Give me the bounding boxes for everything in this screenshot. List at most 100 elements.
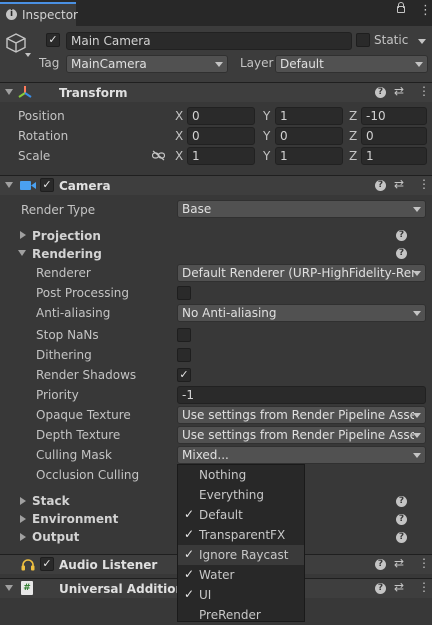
position-y-field[interactable]: 1 <box>275 107 343 125</box>
opaque-texture-label: Opaque Texture <box>36 408 131 422</box>
presets-icon[interactable]: ⇄ <box>394 177 404 191</box>
culling-mask-menu: Nothing Everything ✓ Default ✓ Transparent… <box>177 464 305 622</box>
name-field[interactable]: Main Camera <box>66 32 352 50</box>
help-icon[interactable]: ? <box>375 559 386 570</box>
rendering-foldout[interactable]: Rendering ? <box>0 244 432 264</box>
presets-icon[interactable]: ⇄ <box>394 556 404 570</box>
layer-label: Layer <box>240 56 274 70</box>
layer-value: Default <box>280 57 324 71</box>
menu-item-ui[interactable]: ✓ UI <box>178 585 304 605</box>
axis-y-label: Y <box>263 109 271 123</box>
projection-label: Projection <box>32 229 101 243</box>
menu-item-nothing[interactable]: Nothing <box>178 465 304 485</box>
presets-icon[interactable]: ⇄ <box>394 580 404 594</box>
help-icon[interactable]: ? <box>375 87 386 98</box>
axis-y-label: Y <box>263 149 271 163</box>
tab-inspector[interactable]: i Inspector <box>0 2 78 26</box>
camera-icon <box>20 181 36 190</box>
help-icon[interactable]: ? <box>396 514 407 525</box>
transform-row-position: Position X 0 Y 1 Z -10 <box>0 106 432 126</box>
menu-item-everything[interactable]: Everything <box>178 485 304 505</box>
stack-label: Stack <box>32 494 70 508</box>
scale-z-field[interactable]: 1 <box>361 147 427 165</box>
camera-enabled-checkbox[interactable]: ✓ <box>40 178 54 192</box>
icon-dropdown-caret[interactable] <box>25 53 31 57</box>
constrain-proportions-icon[interactable] <box>152 150 165 161</box>
check-icon: ✓ <box>184 527 195 541</box>
help-icon[interactable]: ? <box>375 583 386 594</box>
menu-item-default[interactable]: ✓ Default <box>178 505 304 525</box>
chevron-down-icon <box>413 207 421 212</box>
renderer-dropdown[interactable]: Default Renderer (URP-HighFidelity-Ren <box>177 264 426 282</box>
help-icon[interactable]: ? <box>396 230 407 241</box>
help-icon[interactable]: ? <box>375 180 386 191</box>
menu-item-water[interactable]: ✓ Water <box>178 565 304 585</box>
rotation-y-field[interactable]: 0 <box>275 127 343 145</box>
opaque-texture-dropdown[interactable]: Use settings from Render Pipeline Asset <box>177 406 426 424</box>
depth-texture-value: Use settings from Render Pipeline Asset <box>182 428 414 442</box>
projection-foldout[interactable]: Projection ? <box>0 226 432 246</box>
anti-aliasing-label: Anti-aliasing <box>36 306 111 320</box>
scale-x-field[interactable]: 1 <box>187 147 255 165</box>
depth-texture-dropdown[interactable]: Use settings from Render Pipeline Asset <box>177 426 426 444</box>
foldout-arrow-icon <box>20 231 26 239</box>
menu-item-ignore-raycast[interactable]: ✓ Ignore Raycast <box>178 545 304 565</box>
stop-nans-checkbox[interactable] <box>177 328 191 342</box>
axis-z-label: Z <box>349 109 358 123</box>
chevron-down-icon <box>415 62 423 67</box>
rendering-label: Rendering <box>32 247 102 261</box>
help-icon[interactable]: ? <box>396 532 407 543</box>
help-icon[interactable]: ? <box>396 496 407 507</box>
menu-item-prerender[interactable]: PreRender <box>178 605 304 625</box>
position-x-field[interactable]: 0 <box>187 107 255 125</box>
camera-header[interactable]: ✓ Camera ? ⇄ ⋮ <box>0 175 432 195</box>
audio-listener-enabled-checkbox[interactable]: ✓ <box>40 557 54 571</box>
culling-mask-label: Culling Mask <box>36 448 112 462</box>
position-label: Position <box>18 109 65 123</box>
position-z-field[interactable]: -10 <box>361 107 427 125</box>
chevron-down-icon <box>413 433 421 438</box>
menu-item-label: PreRender <box>199 608 261 622</box>
dithering-label: Dithering <box>36 348 92 362</box>
more-options-icon[interactable]: ⋮ <box>418 580 430 594</box>
opaque-texture-value: Use settings from Render Pipeline Asset <box>182 408 414 422</box>
dithering-checkbox[interactable] <box>177 348 191 362</box>
transform-axes-icon <box>18 86 32 98</box>
rotation-x-field[interactable]: 0 <box>187 127 255 145</box>
chevron-down-icon <box>413 453 421 458</box>
more-options-icon[interactable]: ⋮ <box>418 556 430 570</box>
active-checkbox[interactable]: ✓ <box>46 33 60 47</box>
tag-value: MainCamera <box>71 57 147 71</box>
help-icon[interactable]: ? <box>396 248 407 259</box>
gameobject-header: ✓ Main Camera Static Tag MainCamera Laye… <box>0 26 432 83</box>
priority-field[interactable]: -1 <box>177 386 426 404</box>
more-options-icon[interactable]: ⋮ <box>418 177 430 191</box>
culling-mask-dropdown[interactable]: Mixed... <box>177 446 426 464</box>
tag-dropdown[interactable]: MainCamera <box>66 55 228 73</box>
axis-x-label: X <box>175 129 184 143</box>
layer-dropdown[interactable]: Default <box>275 55 428 73</box>
presets-icon[interactable]: ⇄ <box>394 84 404 98</box>
anti-aliasing-dropdown[interactable]: No Anti-aliasing <box>177 304 426 322</box>
rotation-z-field[interactable]: 0 <box>361 127 427 145</box>
scale-y-field[interactable]: 1 <box>275 147 343 165</box>
check-icon: ✓ <box>184 567 195 581</box>
static-checkbox[interactable] <box>356 33 370 47</box>
script-icon: # <box>21 581 33 595</box>
render-shadows-checkbox[interactable]: ✓ <box>177 368 191 382</box>
transform-header[interactable]: Transform ? ⇄ ⋮ <box>0 82 432 102</box>
check-icon: ✓ <box>184 547 195 561</box>
menu-item-transparentfx[interactable]: ✓ TransparentFX <box>178 525 304 545</box>
more-options-icon[interactable]: ⋮ <box>418 84 430 98</box>
render-type-dropdown[interactable]: Base <box>177 200 426 218</box>
menu-item-label: UI <box>199 588 212 602</box>
render-shadows-label: Render Shadows <box>36 368 137 382</box>
environment-label: Environment <box>32 512 119 526</box>
tag-label: Tag <box>39 56 60 70</box>
static-caret[interactable] <box>418 39 426 44</box>
renderer-label: Renderer <box>36 266 91 280</box>
gameobject-cube-icon <box>6 33 26 53</box>
post-processing-checkbox[interactable] <box>177 286 191 300</box>
priority-label: Priority <box>36 388 79 402</box>
more-options-icon[interactable]: ⋮ <box>419 4 432 17</box>
